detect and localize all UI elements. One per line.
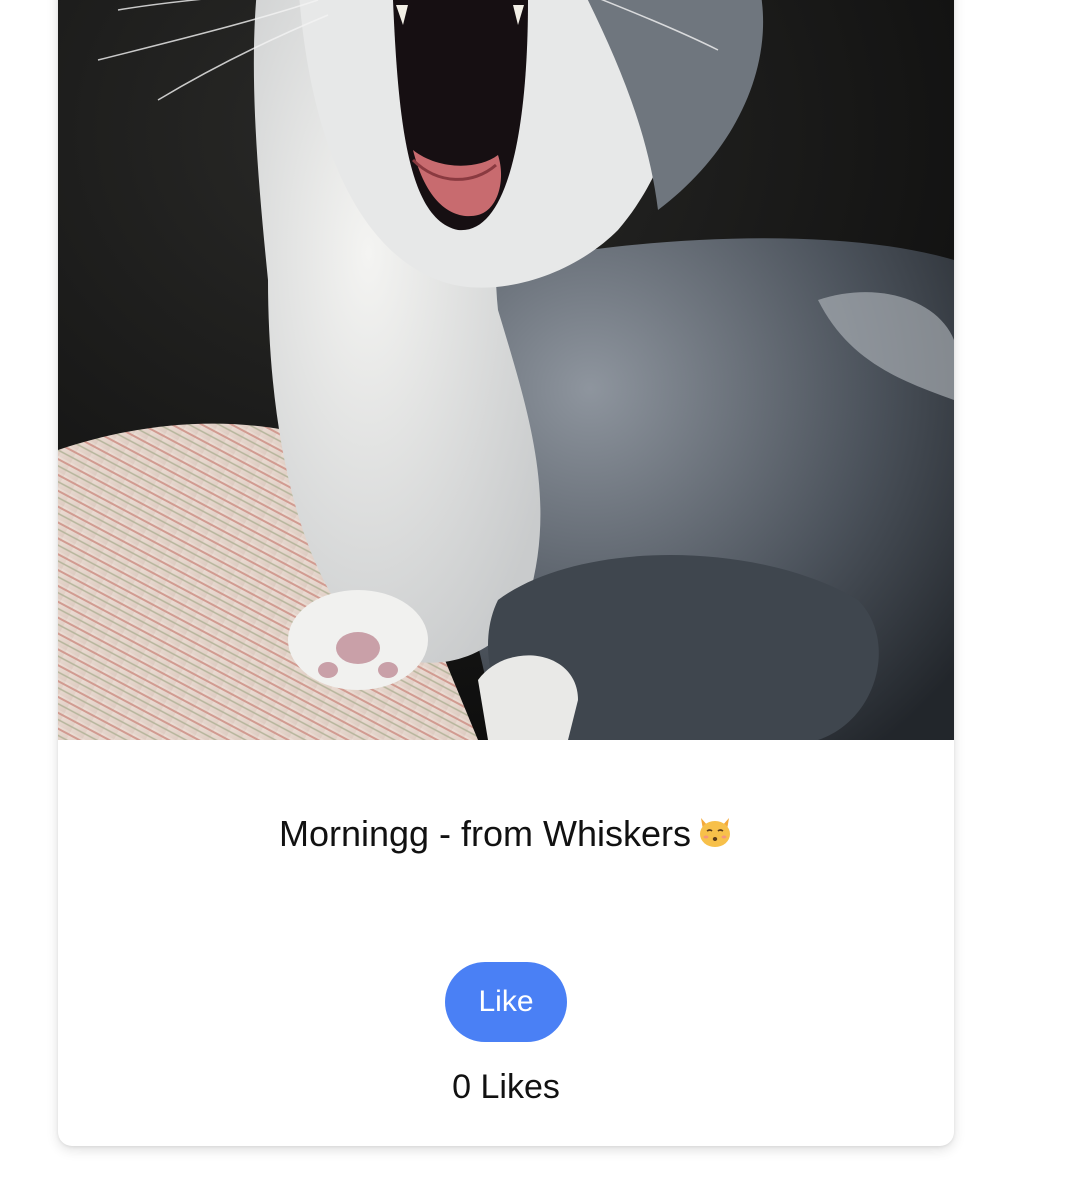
caption-text: Morningg - from Whiskers <box>278 813 692 854</box>
kissing-cat-face-icon <box>697 814 733 850</box>
likes-count-label: Likes <box>480 1068 560 1106</box>
likes-count-separator <box>471 1068 480 1106</box>
likes-count: 0 Likes <box>58 1066 954 1108</box>
cat-photo-illustration <box>58 0 954 740</box>
like-button[interactable]: Like <box>445 962 567 1042</box>
post-card: Morningg - from Whiskers Like 0 Likes <box>58 0 954 1146</box>
page: Morningg - from Whiskers Like 0 Likes <box>0 0 1088 1192</box>
post-caption: Morningg - from Whiskers <box>58 812 954 856</box>
post-image <box>58 0 954 740</box>
likes-count-number: 0 <box>452 1068 472 1106</box>
